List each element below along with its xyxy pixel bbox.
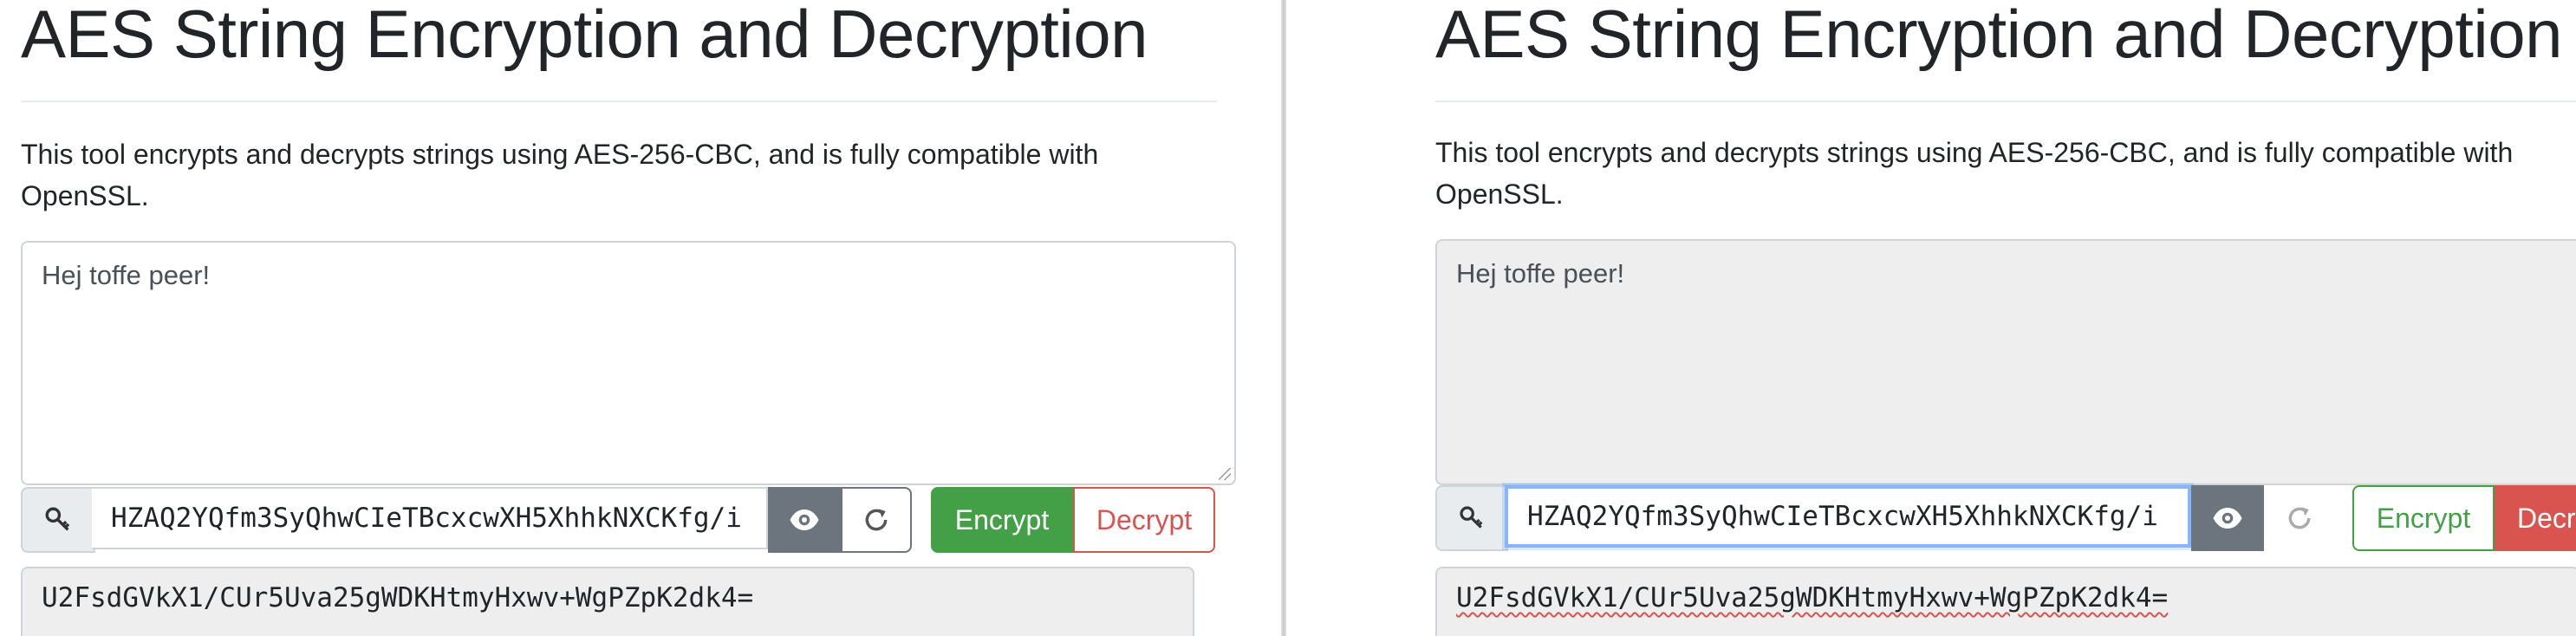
refresh-icon	[865, 509, 888, 531]
key-addon	[1435, 485, 1508, 551]
ciphertext-output[interactable]: U2FsdGVkX1/CUr5Uva25gWDKHtmyHxwv+WgPZpK2…	[1435, 567, 2576, 636]
encrypt-button[interactable]: Encrypt	[931, 487, 1073, 553]
encrypt-button[interactable]: Encrypt	[2352, 485, 2495, 551]
plaintext-value: Hej toffe peer!	[42, 260, 211, 290]
right-window: AES String Encryption and Decryption Thi…	[1286, 0, 2576, 636]
key-value: HZAQ2YQfm3SyQhwCIeTBcxcwXH5XhhkNXCKfg/i	[1527, 501, 2158, 532]
left-window: AES String Encryption and Decryption Thi…	[0, 0, 1281, 636]
decrypt-button[interactable]: Decrypt	[2495, 485, 2576, 551]
eye-icon	[790, 509, 819, 530]
show-key-button[interactable]	[768, 487, 841, 553]
decrypt-button[interactable]: Decrypt	[1073, 487, 1215, 553]
refresh-icon	[2288, 507, 2311, 529]
ciphertext-value: U2FsdGVkX1/CUr5Uva25gWDKHtmyHxwv+WgPZpK2…	[42, 582, 754, 613]
ciphertext-value: U2FsdGVkX1/CUr5Uva25gWDKHtmyHxwv+WgPZpK2…	[1456, 582, 2169, 613]
show-key-button[interactable]	[2191, 485, 2264, 551]
plaintext-input[interactable]: Hej toffe peer!	[21, 241, 1236, 485]
key-icon	[1460, 506, 1483, 529]
page-title: AES String Encryption and Decryption	[21, 0, 1148, 72]
key-input[interactable]: HZAQ2YQfm3SyQhwCIeTBcxcwXH5XhhkNXCKfg/i	[92, 487, 768, 549]
resize-handle-icon[interactable]	[1219, 468, 1231, 480]
key-input[interactable]: HZAQ2YQfm3SyQhwCIeTBcxcwXH5XhhkNXCKfg/i	[1505, 485, 2191, 548]
eye-icon	[2213, 508, 2242, 529]
ciphertext-output[interactable]: U2FsdGVkX1/CUr5Uva25gWDKHtmyHxwv+WgPZpK2…	[21, 567, 1194, 636]
plaintext-value: Hej toffe peer!	[1456, 258, 1625, 289]
key-addon	[21, 487, 95, 553]
page-title: AES String Encryption and Decryption	[1435, 0, 2563, 72]
plaintext-input[interactable]: Hej toffe peer!	[1435, 239, 2576, 485]
key-value: HZAQ2YQfm3SyQhwCIeTBcxcwXH5XhhkNXCKfg/i	[111, 503, 742, 534]
title-divider	[21, 101, 1217, 102]
generate-key-button[interactable]	[2264, 485, 2335, 551]
tool-description: This tool encrypts and decrypts strings …	[1435, 137, 2514, 210]
tool-description: This tool encrypts and decrypts strings …	[21, 139, 1099, 211]
key-icon	[45, 507, 70, 531]
title-divider	[1435, 101, 2576, 102]
generate-key-button[interactable]	[841, 487, 912, 553]
